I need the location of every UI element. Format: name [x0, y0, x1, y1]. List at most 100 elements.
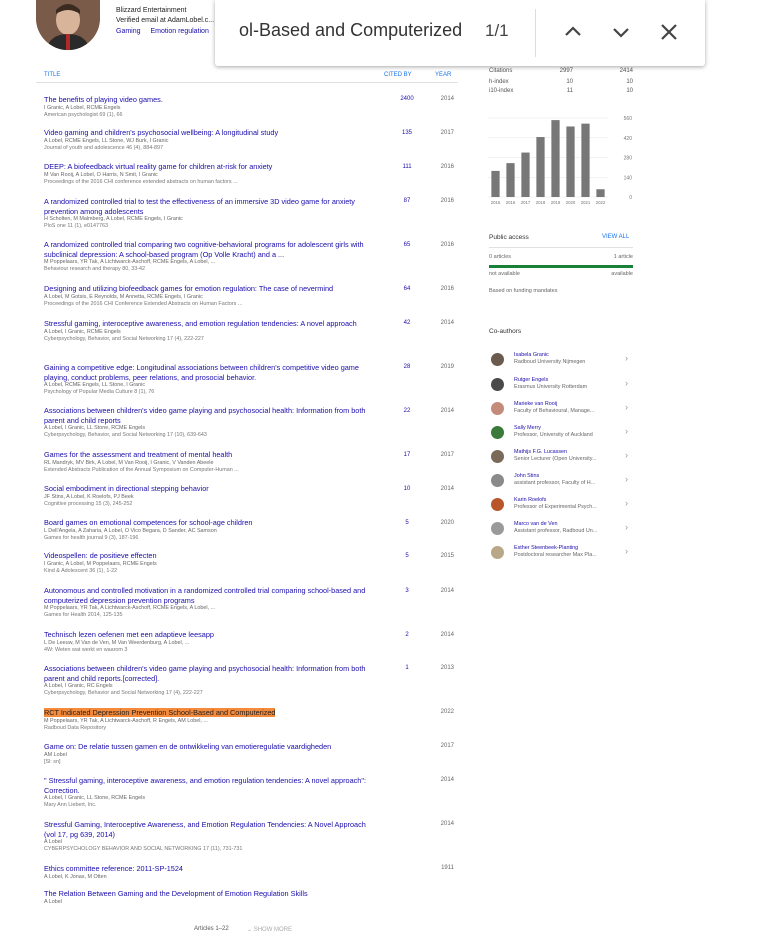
- cited-by-column-header[interactable]: CITED BY: [384, 72, 412, 78]
- cited-by-count[interactable]: 87: [398, 198, 416, 204]
- publication-title-link[interactable]: Autonomous and controlled motivation in …: [44, 586, 374, 605]
- x-tick-label: 2017: [521, 200, 531, 205]
- publication-venue: Psychology of Popular Media Culture 8 (1…: [44, 389, 155, 395]
- chevron-right-icon[interactable]: ›: [625, 353, 628, 363]
- publication-title-link[interactable]: A randomized controlled trial to test th…: [44, 197, 374, 216]
- coauthor-avatar: [491, 353, 504, 366]
- interest-link[interactable]: Gaming: [116, 28, 141, 35]
- publication-title-link[interactable]: " Stressful gaming, interoceptive awaren…: [44, 776, 374, 795]
- publication-title-link[interactable]: Technisch lezen oefenen met een adaptiev…: [44, 630, 374, 640]
- chevron-right-icon[interactable]: ›: [625, 474, 628, 484]
- chart-bar[interactable]: [491, 170, 500, 197]
- chevron-right-icon[interactable]: ›: [625, 426, 628, 436]
- publication-title-link[interactable]: The Relation Between Gaming and the Deve…: [44, 889, 374, 899]
- publication-title-link[interactable]: A randomized controlled trial comparing …: [44, 240, 374, 259]
- publication-title-link[interactable]: The benefits of playing video games.: [44, 95, 374, 105]
- cited-by-count[interactable]: 135: [398, 130, 416, 136]
- publication-year: 2016: [440, 242, 454, 248]
- coauthor-name[interactable]: Sally Merry: [514, 425, 541, 431]
- coauthor-name[interactable]: John Stins: [514, 473, 539, 479]
- coauthor-item[interactable]: Isabela Granic Radboud University Nijmege…: [489, 351, 634, 373]
- coauthor-name[interactable]: Karin Roelofs: [514, 497, 546, 503]
- previous-match-button[interactable]: [559, 18, 587, 46]
- coauthor-item[interactable]: Marieke van Rooij Faculty of Behavioural,…: [489, 400, 634, 422]
- interest-link[interactable]: Emotion regulation: [150, 28, 208, 35]
- coauthor-item[interactable]: John Stins assistant professor, Faculty o…: [489, 472, 634, 494]
- coauthor-name[interactable]: Esther Steenbeek-Planting: [514, 545, 578, 551]
- publication-title-link[interactable]: Social embodiment in directional steppin…: [44, 484, 374, 494]
- chevron-right-icon[interactable]: ›: [625, 522, 628, 532]
- view-all-link[interactable]: VIEW ALL: [602, 234, 629, 240]
- chevron-right-icon[interactable]: ›: [625, 498, 628, 508]
- publication-item: Ethics committee reference: 2011-SP-1524…: [44, 864, 374, 881]
- coauthor-item[interactable]: Marco van de Ven Assistant professor, Rad…: [489, 520, 634, 542]
- chart-bar[interactable]: [581, 123, 590, 197]
- year-column-header[interactable]: YEAR: [435, 72, 451, 78]
- publication-title-link[interactable]: Games for the assessment and treatment o…: [44, 450, 374, 460]
- coauthor-avatar: [491, 402, 504, 415]
- coauthor-item[interactable]: Esther Steenbeek-Planting Postdoctoral re…: [489, 544, 634, 566]
- publication-item: A randomized controlled trial comparing …: [44, 240, 374, 273]
- publication-title-link[interactable]: Associations between children's video ga…: [44, 406, 374, 425]
- cited-by-count[interactable]: 28: [398, 364, 416, 370]
- find-input[interactable]: ol-Based and Computerized: [239, 20, 462, 41]
- cited-by-count[interactable]: 111: [398, 164, 416, 170]
- coauthor-name[interactable]: Marco van de Ven: [514, 521, 557, 527]
- coauthor-item[interactable]: Mathijs F.G. Lucassen Senior Lecturer (Op…: [489, 448, 634, 470]
- cited-by-count[interactable]: 5: [398, 553, 416, 559]
- coauthor-name[interactable]: Mathijs F.G. Lucassen: [514, 449, 567, 455]
- chart-bar[interactable]: [506, 163, 515, 197]
- publication-year: 2014: [440, 632, 454, 638]
- publication-title-link[interactable]: Game on: De relatie tussen gamen en de o…: [44, 742, 374, 752]
- chevron-right-icon[interactable]: ›: [625, 402, 628, 412]
- publication-title-link[interactable]: Video gaming and children's psychosocial…: [44, 128, 374, 138]
- publication-title-link[interactable]: Board games on emotional competences for…: [44, 518, 374, 528]
- publication-title-link[interactable]: Designing and utilizing biofeedback game…: [44, 284, 374, 294]
- cited-by-count[interactable]: 3: [398, 588, 416, 594]
- cited-by-count[interactable]: 42: [398, 320, 416, 326]
- publication-venue: 4W: Weten wat werkt en waarom 3: [44, 646, 128, 653]
- cited-by-count[interactable]: 10: [398, 486, 416, 492]
- chevron-right-icon[interactable]: ›: [625, 450, 628, 460]
- cited-by-count[interactable]: 17: [398, 452, 416, 458]
- publication-title-link[interactable]: RCT Indicated Depression Prevention Scho…: [44, 708, 374, 718]
- cited-by-count[interactable]: 65: [398, 242, 416, 248]
- next-match-button[interactable]: [607, 18, 635, 46]
- cited-by-count[interactable]: 5: [398, 520, 416, 526]
- x-tick-label: 2022: [596, 200, 606, 205]
- chevron-right-icon[interactable]: ›: [625, 546, 628, 556]
- cited-by-count[interactable]: 22: [398, 408, 416, 414]
- coauthor-name[interactable]: Isabela Granic: [514, 352, 549, 358]
- coauthor-item[interactable]: Rutger Engels Erasmus University Rotterda…: [489, 376, 634, 398]
- chart-bar[interactable]: [596, 189, 605, 197]
- cited-by-count[interactable]: 64: [398, 286, 416, 292]
- publication-title-link[interactable]: Videospellen: de positieve effecten: [44, 551, 374, 561]
- cited-by-count[interactable]: 2: [398, 632, 416, 638]
- coauthor-item[interactable]: Karin Roelofs Professor of Experimental P…: [489, 496, 634, 518]
- close-find-button[interactable]: [655, 18, 683, 46]
- chart-bar[interactable]: [521, 152, 530, 197]
- publication-title-link[interactable]: Stressful gaming, interoceptive awarenes…: [44, 319, 374, 329]
- publication-item: RCT Indicated Depression Prevention Scho…: [44, 708, 374, 732]
- publication-title-link[interactable]: DEEP: A biofeedback virtual reality game…: [44, 162, 374, 172]
- publication-item: Technisch lezen oefenen met een adaptiev…: [44, 630, 374, 654]
- chart-bar[interactable]: [536, 137, 545, 197]
- publication-title-link[interactable]: Ethics committee reference: 2011-SP-1524: [44, 864, 374, 874]
- show-more-button[interactable]: ⌄ SHOW MORE: [247, 926, 292, 933]
- chevron-right-icon[interactable]: ›: [625, 378, 628, 388]
- close-icon: [661, 24, 677, 40]
- coauthor-name[interactable]: Marieke van Rooij: [514, 401, 557, 407]
- coauthor-name[interactable]: Rutger Engels: [514, 377, 548, 383]
- cited-by-count[interactable]: 1: [398, 665, 416, 671]
- publication-title-link[interactable]: Stressful Gaming, Interoceptive Awarenes…: [44, 820, 374, 839]
- coauthor-item[interactable]: Sally Merry Professor, University of Auck…: [489, 424, 634, 446]
- publication-title-link[interactable]: Associations between children's video ga…: [44, 664, 374, 683]
- publication-item: Stressful Gaming, Interoceptive Awarenes…: [44, 820, 374, 853]
- chart-bar[interactable]: [551, 120, 560, 197]
- publication-venue: American psychologist 69 (1), 66: [44, 111, 123, 118]
- coauthor-affiliation: assistant professor, Faculty of H...: [514, 480, 596, 486]
- title-column-header[interactable]: TITLE: [44, 72, 60, 78]
- cited-by-count[interactable]: 2400: [398, 96, 416, 102]
- publication-title-link[interactable]: Gaining a competitive edge: Longitudinal…: [44, 363, 374, 382]
- chart-bar[interactable]: [566, 126, 575, 197]
